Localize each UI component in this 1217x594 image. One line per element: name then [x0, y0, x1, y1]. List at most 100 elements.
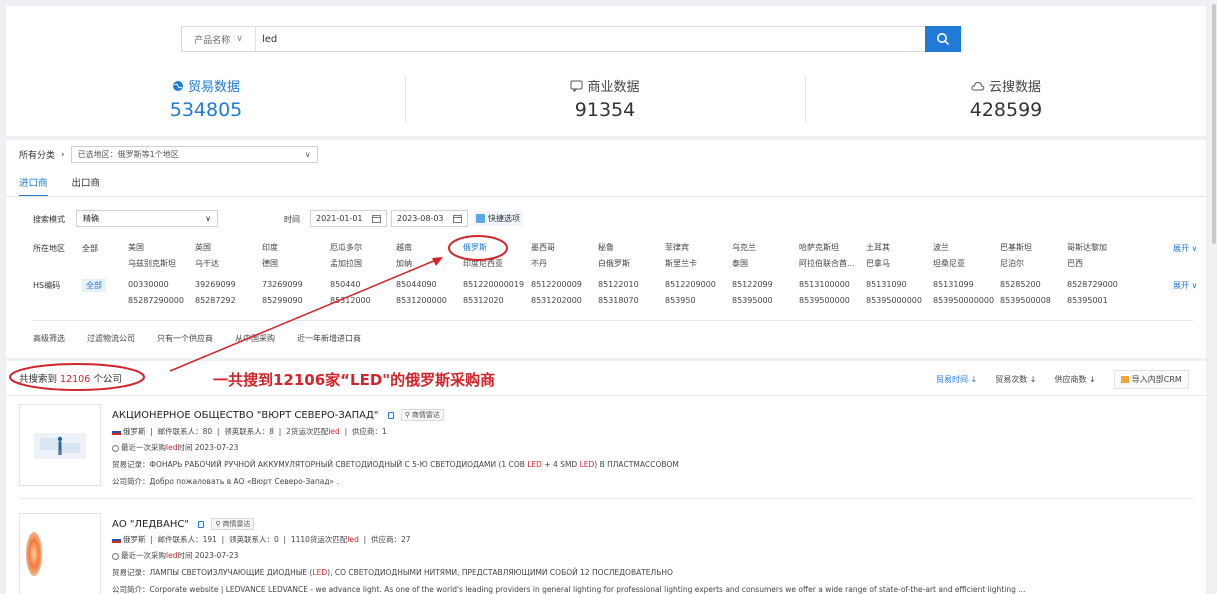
hs-code-option[interactable]: 853950 — [665, 293, 716, 309]
region-option[interactable]: 乌干达 — [195, 256, 219, 272]
hs-code-option[interactable]: 85312000 — [330, 293, 371, 309]
filter-from-china-option[interactable]: 从中国采购 — [235, 333, 275, 344]
region-option[interactable]: 加纳 — [396, 256, 412, 272]
hs-code-option[interactable]: 85131099 — [933, 277, 994, 293]
region-option[interactable]: 巴拿马 — [866, 256, 890, 272]
hs-code-option[interactable]: 853950000000 — [933, 293, 994, 309]
region-option[interactable]: 波兰 — [933, 240, 965, 256]
region-option[interactable]: 乌兹别克斯坦 — [128, 256, 176, 272]
hs-code-option[interactable]: 8531202000 — [531, 293, 582, 309]
stat-cloud-data[interactable]: 云搜数据 428599 — [906, 76, 1106, 121]
results-panel: 共搜索到 12106 个公司 贸易时间 ↓ 贸易次数 ↓ 供应商数 ↓ 导入内部… — [6, 361, 1206, 594]
tab-exporters[interactable]: 出口商 — [72, 175, 101, 197]
hs-code-option[interactable]: 85395001 — [1067, 293, 1118, 309]
region-option[interactable]: 巴西 — [1067, 256, 1107, 272]
hs-code-option[interactable]: 85287290000 — [128, 293, 184, 309]
hs-code-option[interactable]: 8512200009 — [531, 277, 582, 293]
hs-code-option[interactable]: 85395000 — [732, 293, 773, 309]
region-option[interactable]: 厄瓜多尔 — [330, 240, 362, 256]
tab-importers[interactable]: 进口商 — [19, 175, 48, 197]
quick-options-button[interactable]: 快捷选项 — [473, 211, 523, 226]
hs-code-option[interactable]: 85318070 — [598, 293, 639, 309]
hs-code-option[interactable]: 8528729000 — [1067, 277, 1118, 293]
region-option[interactable]: 美国 — [128, 240, 176, 256]
sort-supplier-count[interactable]: 供应商数 ↓ — [1055, 374, 1096, 385]
region-option[interactable]: 印度 — [262, 240, 278, 256]
stat-value: 428599 — [969, 99, 1043, 121]
hs-code-option[interactable]: 85044090 — [396, 277, 447, 293]
region-option[interactable]: 哥斯达黎加 — [1067, 240, 1107, 256]
hs-code-option[interactable]: 85122099 — [732, 277, 773, 293]
hs-code-option[interactable]: 851220000019 — [463, 277, 524, 293]
hs-code-option[interactable]: 8531200000 — [396, 293, 447, 309]
sort-trade-time[interactable]: 贸易时间 ↓ — [936, 374, 977, 385]
region-select[interactable]: 已选地区：俄罗斯等1个地区 ∨ — [70, 146, 318, 163]
hs-code-option[interactable]: 850440 — [330, 277, 371, 293]
region-option[interactable]: 巴基斯坦 — [1000, 240, 1032, 256]
region-option[interactable]: 斯里兰卡 — [665, 256, 697, 272]
region-option[interactable]: 印度尼西亚 — [463, 256, 503, 272]
divider — [405, 76, 406, 122]
hs-expand-button[interactable]: 展开 ∨ — [1173, 280, 1197, 291]
hs-all-option[interactable]: 全部 — [82, 279, 106, 292]
hs-code-option[interactable]: 39269099 — [195, 277, 236, 293]
scrollbar[interactable] — [1211, 0, 1217, 594]
hs-code-option[interactable]: 73269099 — [262, 277, 303, 293]
region-option[interactable]: 哈萨克斯坦 — [799, 240, 855, 256]
date-to-input[interactable]: 2023-08-03 — [391, 210, 468, 227]
region-option[interactable]: 土耳其 — [866, 240, 890, 256]
date-to-value: 2023-08-03 — [397, 214, 444, 223]
region-option[interactable]: 不丹 — [531, 256, 555, 272]
hs-code-option[interactable]: 85299090 — [262, 293, 303, 309]
filter-logistics-option[interactable]: 过滤物流公司 — [87, 333, 135, 344]
hs-code-option[interactable]: 8539500000 — [799, 293, 850, 309]
region-option[interactable]: 英国 — [195, 240, 219, 256]
region-option[interactable]: 德国 — [262, 256, 278, 272]
region-option[interactable]: 孟加拉国 — [330, 256, 362, 272]
hs-code-option[interactable]: 00330000 — [128, 277, 184, 293]
region-option[interactable]: 墨西哥 — [531, 240, 555, 256]
filter-single-supplier-option[interactable]: 只有一个供应商 — [157, 333, 213, 344]
region-option[interactable]: 白俄罗斯 — [598, 256, 630, 272]
region-all-option[interactable]: 全部 — [82, 243, 98, 254]
scrollbar-thumb[interactable] — [1212, 4, 1216, 244]
hs-code-option[interactable]: 8512209000 — [665, 277, 716, 293]
search-mode-select[interactable]: 精确 ∨ — [76, 210, 218, 227]
export-crm-button[interactable]: 导入内部CRM — [1113, 370, 1189, 389]
russia-flag-icon — [112, 429, 121, 435]
region-expand-button[interactable]: 展开 ∨ — [1173, 243, 1197, 254]
hs-code-option[interactable]: 85287292 — [195, 293, 236, 309]
hs-code-option[interactable]: 85131090 — [866, 277, 922, 293]
hs-code-option[interactable]: 85312020 — [463, 293, 524, 309]
region-option[interactable]: 泰国 — [732, 256, 756, 272]
region-option[interactable]: 越南 — [396, 240, 412, 256]
hs-code-option[interactable]: 8513100000 — [799, 277, 850, 293]
radar-tag[interactable]: ⚲ 商情雷达 — [211, 518, 255, 530]
region-option[interactable]: 菲律宾 — [665, 240, 697, 256]
category-label[interactable]: 所有分类 — [19, 148, 55, 161]
company-name[interactable]: АКЦИОНЕРНОЕ ОБЩЕСТВО "ВЮРТ СЕВЕРО-ЗАПАД"… — [112, 409, 444, 421]
copy-icon[interactable] — [387, 411, 394, 419]
date-from-input[interactable]: 2021-01-01 — [310, 210, 387, 227]
region-option[interactable]: 尼泊尔 — [1000, 256, 1032, 272]
stat-business-data[interactable]: 商业数据 91354 — [505, 76, 705, 121]
hs-code-option[interactable]: 85122010 — [598, 277, 639, 293]
filter-new-importers-option[interactable]: 近一年新增进口商 — [297, 333, 361, 344]
copy-icon[interactable] — [198, 520, 205, 528]
hs-code-option[interactable]: 85395000000 — [866, 293, 922, 309]
company-name[interactable]: АО "ЛЕДВАНС" ⚲ 商情雷达 — [112, 518, 255, 530]
stat-trade-data[interactable]: 贸易数据 534805 — [106, 76, 306, 121]
radar-tag[interactable]: ⚲ 商情雷达 — [400, 409, 444, 421]
region-option[interactable]: 秘鲁 — [598, 240, 630, 256]
region-option[interactable]: 俄罗斯 — [463, 240, 503, 256]
sort-trade-count[interactable]: 贸易次数 ↓ — [995, 374, 1036, 385]
hs-code-option[interactable]: 8539500008 — [1000, 293, 1051, 309]
hs-code-column: 8513100000 8539500000 — [799, 277, 850, 309]
search-field-select[interactable]: 产品名称 ∨ — [182, 27, 256, 51]
hs-code-option[interactable]: 85285200 — [1000, 277, 1051, 293]
region-option[interactable]: 乌克兰 — [732, 240, 756, 256]
search-button[interactable] — [925, 26, 961, 52]
region-option[interactable]: 坦桑尼亚 — [933, 256, 965, 272]
region-option[interactable]: 阿拉伯联合酋... — [799, 256, 855, 272]
search-input[interactable] — [262, 31, 902, 47]
